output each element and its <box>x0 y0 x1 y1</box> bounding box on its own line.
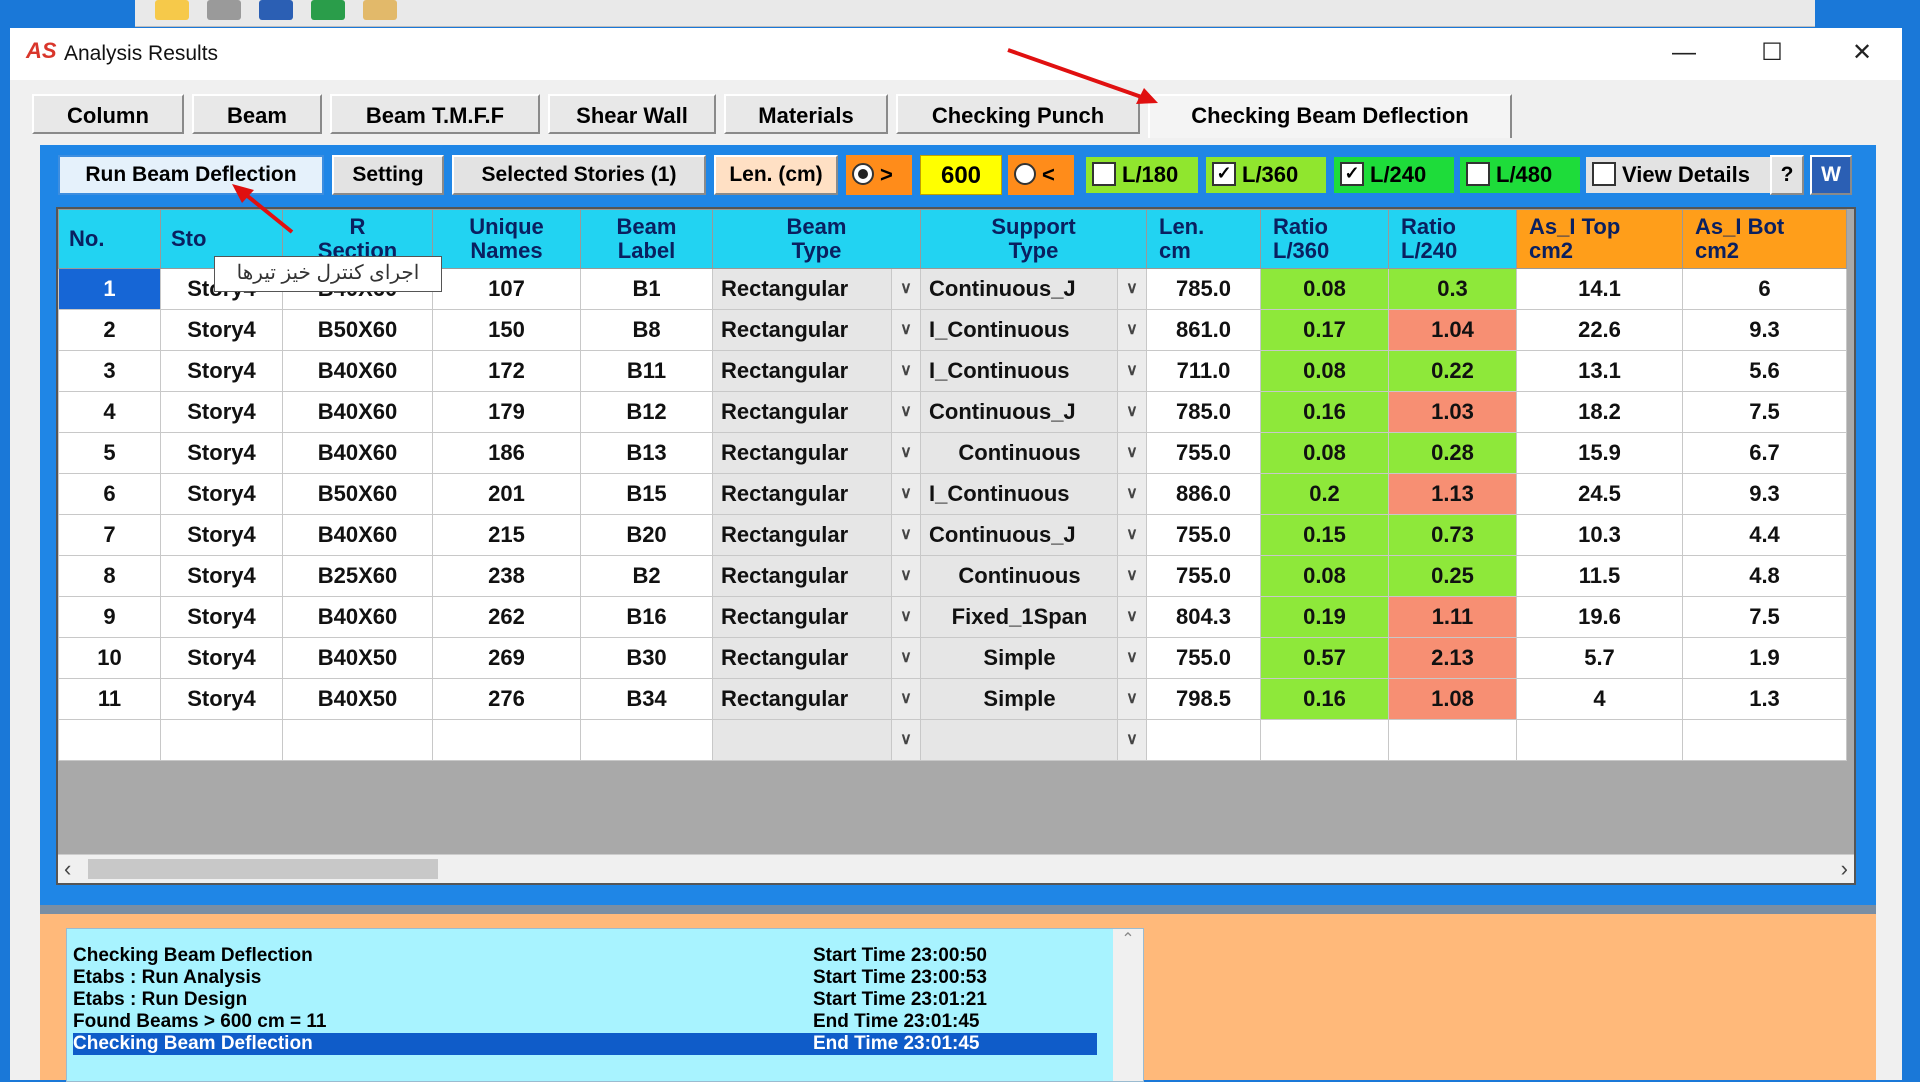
annotation-arrows <box>232 48 1158 234</box>
arrow-to-tab <box>1007 48 1151 102</box>
